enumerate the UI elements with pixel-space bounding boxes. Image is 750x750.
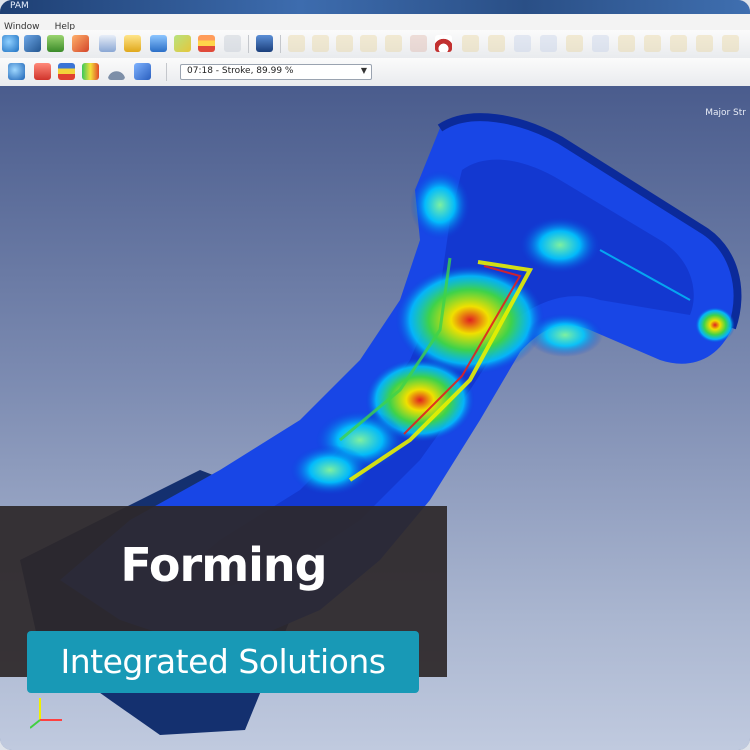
axis-triad-icon bbox=[30, 698, 62, 729]
faded-tool-icon[interactable] bbox=[288, 35, 305, 52]
zoom-results-icon[interactable] bbox=[8, 63, 25, 80]
move-icon[interactable] bbox=[72, 35, 89, 52]
main-toolbar bbox=[0, 30, 750, 59]
faded-tool-icon[interactable] bbox=[385, 35, 402, 52]
legend-icon[interactable] bbox=[82, 63, 99, 80]
filter-icon[interactable] bbox=[256, 35, 273, 52]
faded-tool-icon[interactable] bbox=[670, 35, 687, 52]
fit-view-icon[interactable] bbox=[24, 35, 41, 52]
time-step-select[interactable]: 07:18 - Stroke, 89.99 % ▼ bbox=[180, 64, 372, 80]
faded-tool-icon[interactable] bbox=[336, 35, 353, 52]
faded-tool-icon[interactable] bbox=[566, 35, 583, 52]
edit-icon[interactable] bbox=[174, 35, 191, 52]
magnet-icon[interactable] bbox=[435, 35, 452, 52]
faded-tool-icon[interactable] bbox=[360, 35, 377, 52]
faded-tool-icon[interactable] bbox=[644, 35, 661, 52]
tool-icon[interactable] bbox=[124, 35, 141, 52]
color-map-icon[interactable] bbox=[58, 63, 75, 80]
caption-title: Forming bbox=[120, 538, 327, 592]
faded-tool-icon[interactable] bbox=[410, 35, 427, 52]
contour-mid-zone bbox=[520, 217, 600, 273]
toolbar-separator bbox=[248, 35, 249, 53]
faded-tool-icon[interactable] bbox=[514, 35, 531, 52]
contour-hot-zone bbox=[695, 307, 735, 343]
faded-tool-icon[interactable] bbox=[722, 35, 739, 52]
faded-tool-icon[interactable] bbox=[488, 35, 505, 52]
window-title-bar: PAM bbox=[0, 0, 750, 14]
toolbar-separator bbox=[166, 63, 167, 81]
faded-tool-icon[interactable] bbox=[312, 35, 329, 52]
chevron-down-icon: ▼ bbox=[360, 66, 367, 75]
faded-tool-icon[interactable] bbox=[618, 35, 635, 52]
contour-icon[interactable] bbox=[34, 63, 51, 80]
gauge-icon[interactable] bbox=[108, 63, 125, 80]
layers-icon[interactable] bbox=[198, 35, 215, 52]
zoom-icon[interactable] bbox=[2, 35, 19, 52]
tree-icon[interactable] bbox=[47, 35, 64, 52]
window-title: PAM bbox=[10, 1, 29, 11]
toolbar-separator bbox=[280, 35, 281, 53]
contour-mid-zone bbox=[290, 445, 370, 495]
faded-tool-icon[interactable] bbox=[696, 35, 713, 52]
faded-tool-icon[interactable] bbox=[462, 35, 479, 52]
menu-bar: Window Help bbox=[0, 14, 750, 32]
app-window: PAM Window Help 07:18 - Stroke, 89.99 % … bbox=[0, 0, 750, 750]
animation-icon[interactable] bbox=[134, 63, 151, 80]
contour-mid-zone bbox=[410, 170, 470, 240]
results-toolbar: 07:18 - Stroke, 89.99 % ▼ bbox=[0, 58, 750, 87]
contour-mid-zone bbox=[527, 313, 603, 357]
faded-tool-icon[interactable] bbox=[592, 35, 609, 52]
subtitle-badge[interactable]: Integrated Solutions bbox=[27, 631, 419, 693]
subtitle-text: Integrated Solutions bbox=[60, 642, 386, 681]
select-icon[interactable] bbox=[99, 35, 116, 52]
time-step-value: 07:18 - Stroke, 89.99 % bbox=[187, 66, 294, 76]
database-icon[interactable] bbox=[150, 35, 167, 52]
faded-tool-icon[interactable] bbox=[540, 35, 557, 52]
search-icon[interactable] bbox=[224, 35, 241, 52]
result-legend-label: Major Str bbox=[705, 108, 746, 118]
